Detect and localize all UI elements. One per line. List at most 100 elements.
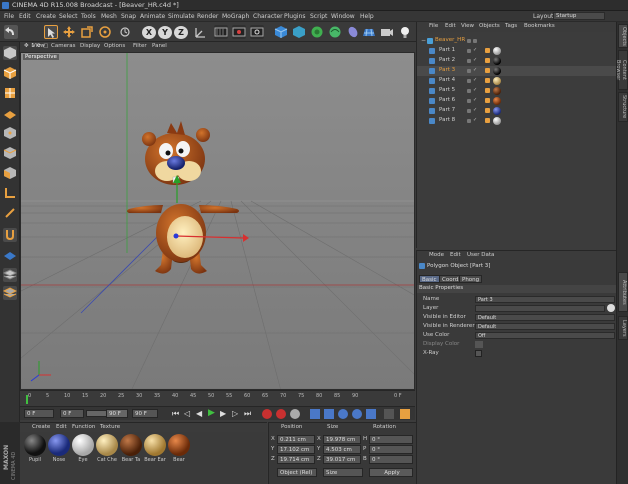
goto-end-icon[interactable]: ⏭ <box>244 409 251 419</box>
size-x-field[interactable]: 19.978 cm <box>323 435 361 444</box>
size-y-field[interactable]: 4.503 cm <box>323 445 361 454</box>
light-icon[interactable] <box>398 25 412 39</box>
axis-y-lock-icon[interactable]: Y <box>158 26 172 39</box>
material-menu-create[interactable]: Create <box>32 424 50 430</box>
prev-frame-icon[interactable]: ◀ <box>196 409 202 418</box>
material-tag-icon[interactable] <box>493 77 501 85</box>
texture-mode-icon[interactable] <box>3 86 17 100</box>
enabled-check-icon[interactable]: ✓ <box>473 57 477 63</box>
menu-plugins[interactable]: Plugins <box>284 13 306 20</box>
rotate-icon[interactable] <box>98 25 112 39</box>
menu-help[interactable]: Help <box>360 13 374 20</box>
visibility-dot-icon[interactable] <box>467 69 471 73</box>
edges-mode-icon[interactable] <box>3 146 17 160</box>
phong-tag-icon[interactable] <box>485 108 490 113</box>
menu-mesh[interactable]: Mesh <box>101 13 117 20</box>
deformer-icon[interactable] <box>328 25 342 39</box>
menu-edit[interactable]: Edit <box>19 13 31 20</box>
size-mode-select[interactable]: Size <box>323 468 363 477</box>
menu-simulate[interactable]: Simulate <box>168 13 195 20</box>
rotation-key-icon[interactable] <box>338 409 348 419</box>
tab-objects[interactable]: Objects <box>618 24 628 48</box>
timeline-options-icon[interactable] <box>384 409 394 419</box>
menu-character[interactable]: Character <box>253 13 283 20</box>
play-icon[interactable]: ▶ <box>208 408 215 418</box>
menu-file[interactable]: File <box>4 13 14 20</box>
menu-render[interactable]: Render <box>197 13 218 20</box>
make-editable-icon[interactable] <box>3 46 17 60</box>
nurbs-icon[interactable] <box>346 25 360 39</box>
phong-tag-icon[interactable] <box>485 118 490 123</box>
rotation-b-field[interactable]: 0 ° <box>369 455 413 464</box>
next-frame-icon[interactable]: ▶ <box>220 409 226 418</box>
material-tag-icon[interactable] <box>493 97 501 105</box>
object-row[interactable]: Part 4 ✓ <box>417 76 617 86</box>
phong-tag-icon[interactable] <box>485 48 490 53</box>
next-key-icon[interactable]: ▷ <box>232 409 238 418</box>
visibility-dot-icon[interactable] <box>467 99 471 103</box>
axis-z-lock-icon[interactable]: Z <box>174 26 188 39</box>
position-key-icon[interactable] <box>310 409 320 419</box>
viewport-menu-filter[interactable]: Filter <box>133 43 147 49</box>
preview-max-field[interactable]: 90 F <box>106 409 128 418</box>
current-frame-field[interactable]: 0 F <box>24 409 54 418</box>
rotation-h-field[interactable]: 0 ° <box>369 435 413 444</box>
perspective-viewport[interactable]: Perspective <box>20 52 415 390</box>
coordinate-system-icon[interactable] <box>194 25 208 39</box>
viewport-menu-panel[interactable]: Panel <box>152 43 167 49</box>
timeline-ruler[interactable]: 0 5 10 15 20 25 30 35 40 45 50 55 60 65 … <box>20 390 415 406</box>
material-tag-icon[interactable] <box>493 67 501 75</box>
material-tag-icon[interactable] <box>493 107 501 115</box>
visibility-dot-icon[interactable] <box>467 89 471 93</box>
phong-tag-icon[interactable] <box>485 58 490 63</box>
point-level-anim-icon[interactable] <box>366 409 376 419</box>
material-menu-function[interactable]: Function <box>72 424 95 430</box>
visibility-dot-icon[interactable] <box>467 49 471 53</box>
undo-icon[interactable] <box>4 25 18 39</box>
menu-animate[interactable]: Animate <box>140 13 165 20</box>
object-row[interactable]: Part 6 ✓ <box>417 96 617 106</box>
object-menu-view[interactable]: View <box>461 23 474 29</box>
material-tag-icon[interactable] <box>493 57 501 65</box>
viewport-menu-view[interactable]: View <box>32 43 45 49</box>
viewport-menu-options[interactable]: Options <box>104 43 125 49</box>
tweak-mode-icon[interactable] <box>3 206 17 220</box>
xray-checkbox[interactable] <box>475 350 482 357</box>
material-swatch[interactable] <box>72 434 94 456</box>
autokey-icon[interactable] <box>276 409 286 419</box>
menu-tools[interactable]: Tools <box>81 13 96 20</box>
rotation-p-field[interactable]: 0 ° <box>369 445 413 454</box>
render-view-icon[interactable] <box>214 25 228 39</box>
object-row[interactable]: Part 5 ✓ <box>417 86 617 96</box>
scale-icon[interactable] <box>80 25 94 39</box>
render-settings-icon[interactable] <box>250 25 264 39</box>
coord-mode-select[interactable]: Object (Rel) <box>277 468 317 477</box>
floor-grid-icon[interactable] <box>362 25 376 39</box>
render-picture-viewer-icon[interactable] <box>232 25 246 39</box>
prev-key-icon[interactable]: ◁ <box>184 409 190 418</box>
material-menu-texture[interactable]: Texture <box>100 424 120 430</box>
move-icon[interactable] <box>62 25 76 39</box>
phong-tag-icon[interactable] <box>485 68 490 73</box>
menu-mograph[interactable]: MoGraph <box>222 13 249 20</box>
cube-primitive-icon[interactable] <box>274 25 288 39</box>
size-z-field[interactable]: 39.017 cm <box>323 455 361 464</box>
enabled-check-icon[interactable]: ✓ <box>473 77 477 83</box>
object-menu-bookmarks[interactable]: Bookmarks <box>524 23 555 29</box>
menu-window[interactable]: Window <box>331 13 355 20</box>
object-row-root[interactable]: − Beaver_HR <box>417 36 617 46</box>
select-arrow-icon[interactable] <box>44 25 58 39</box>
material-tag-icon[interactable] <box>493 47 501 55</box>
snap-icon[interactable] <box>3 228 17 242</box>
object-row[interactable]: Part 1 ✓ <box>417 46 617 56</box>
phong-tag-icon[interactable] <box>485 78 490 83</box>
axis-mode-icon[interactable] <box>3 186 17 200</box>
enabled-check-icon[interactable]: ✓ <box>473 117 477 123</box>
tab-attributes[interactable]: Attributes <box>618 272 628 312</box>
param-key-icon[interactable] <box>352 409 362 419</box>
material-swatch[interactable] <box>96 434 118 456</box>
position-x-field[interactable]: 0.211 cm <box>277 435 315 444</box>
material-menu-edit[interactable]: Edit <box>56 424 67 430</box>
goto-start-icon[interactable]: ⏮ <box>172 409 179 419</box>
attr-menu-user-data[interactable]: User Data <box>467 252 494 258</box>
